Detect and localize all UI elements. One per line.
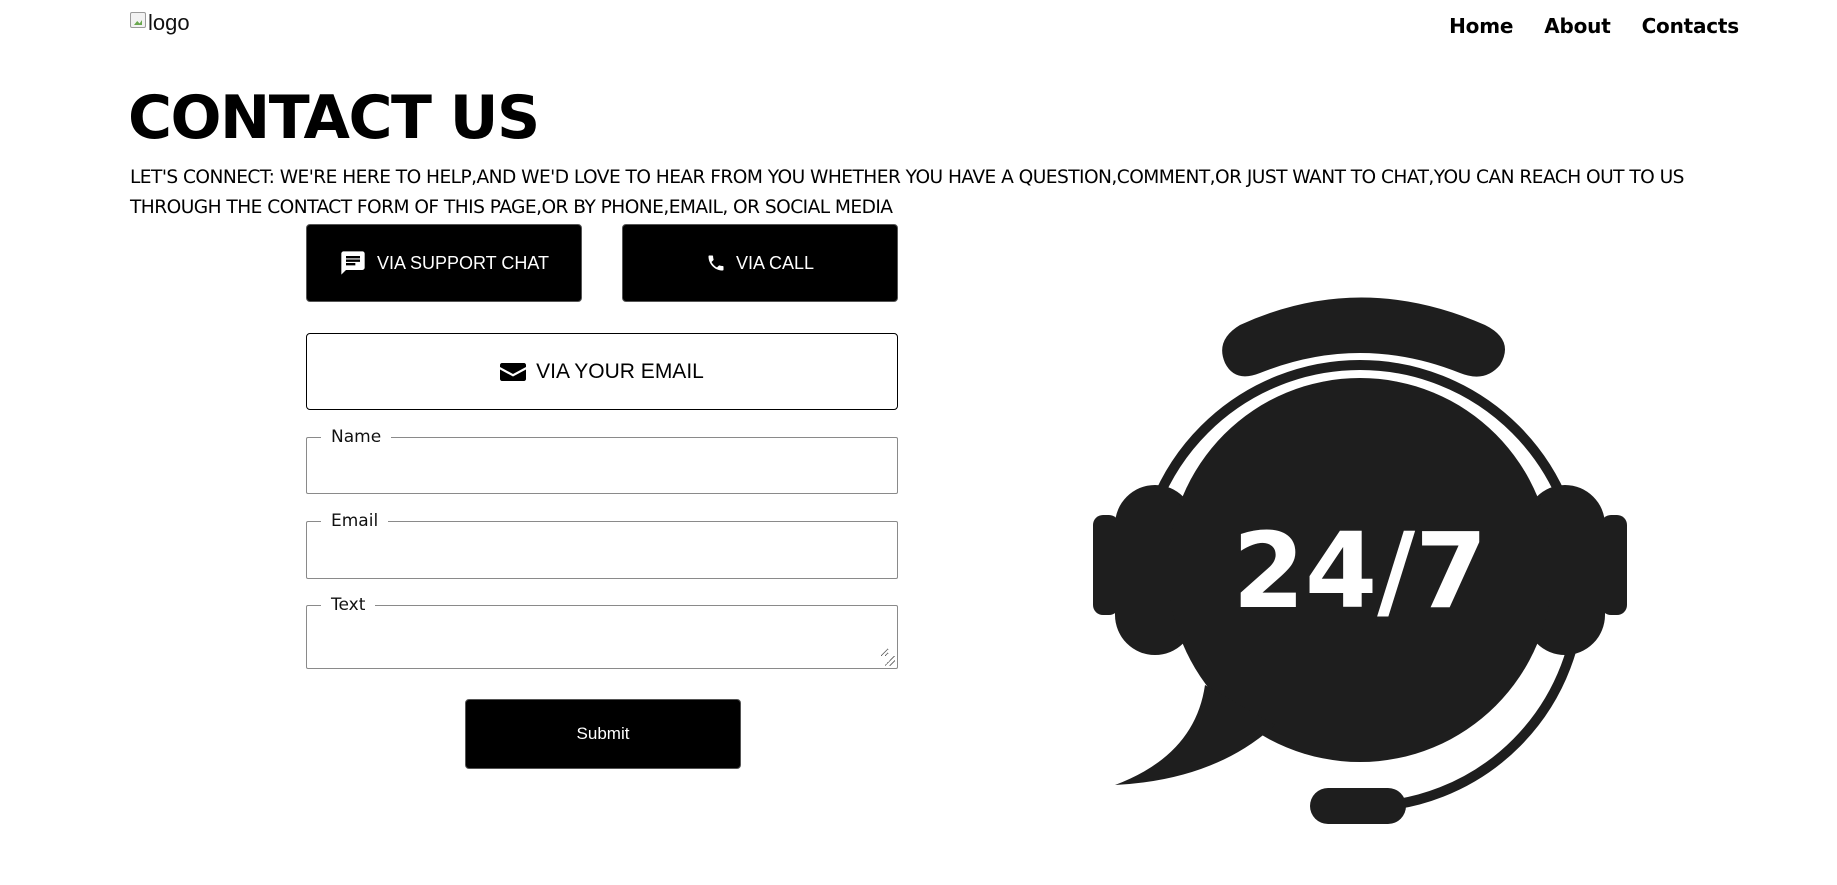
call-button[interactable]: VIA CALL <box>622 224 898 302</box>
phone-icon <box>706 253 726 273</box>
resize-handle-icon[interactable] <box>885 656 895 666</box>
email-label: Email <box>331 511 379 531</box>
text-fieldset: Text <box>306 595 898 669</box>
nav-about-link[interactable]: About <box>1544 14 1611 38</box>
submit-button[interactable]: Submit <box>465 699 741 769</box>
logo[interactable]: logo <box>130 10 190 36</box>
broken-image-icon <box>130 12 146 28</box>
main-nav: Home About Contacts <box>1449 10 1739 38</box>
envelope-icon <box>500 361 527 383</box>
name-fieldset: Name <box>306 427 898 494</box>
support-illustration: 24/7 <box>1045 285 1670 825</box>
email-input[interactable] <box>315 531 889 561</box>
support-chat-label: VIA SUPPORT CHAT <box>376 252 550 273</box>
submit-label: Submit <box>576 724 630 743</box>
nav-home-link[interactable]: Home <box>1449 14 1513 38</box>
site-header: logo Home About Contacts <box>130 10 1739 50</box>
text-textarea[interactable] <box>315 615 889 657</box>
chat-bubble-icon <box>339 249 367 277</box>
page-title: CONTACT US <box>128 83 540 153</box>
support-chat-button[interactable]: VIA SUPPORT CHAT <box>306 224 582 302</box>
name-label: Name <box>331 427 382 447</box>
name-input[interactable] <box>315 447 889 477</box>
logo-alt-text: logo <box>148 10 190 35</box>
email-button-label: VIA YOUR EMAIL <box>536 359 704 383</box>
headset-support-icon: 24/7 <box>1093 297 1627 824</box>
call-label: VIA CALL <box>735 252 815 273</box>
nav-contacts-link[interactable]: Contacts <box>1642 14 1740 38</box>
email-button[interactable]: VIA YOUR EMAIL <box>306 333 898 410</box>
contact-page: logo Home About Contacts CONTACT US LET'… <box>0 0 1837 885</box>
intro-text: LET'S CONNECT: WE'RE HERE TO HELP,AND WE… <box>130 167 1684 218</box>
email-fieldset: Email <box>306 511 898 579</box>
text-label: Text <box>331 595 366 615</box>
availability-text: 24/7 <box>1232 510 1487 632</box>
